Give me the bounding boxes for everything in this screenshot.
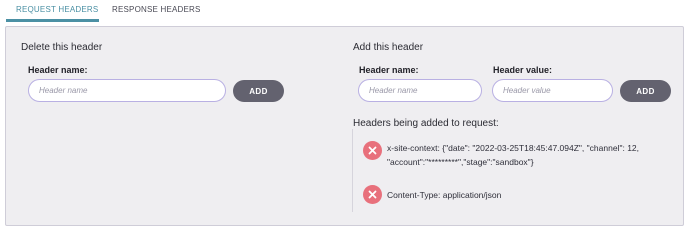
delete-section-title: Delete this header <box>21 42 103 53</box>
remove-header-button[interactable] <box>363 141 382 160</box>
add-header-name-input[interactable] <box>358 79 482 102</box>
delete-header-name-input[interactable] <box>28 79 226 102</box>
pending-header-text: x-site-context: {"date": "2022-03-25T18:… <box>387 143 640 167</box>
delete-header-name-label: Header name: <box>28 65 88 75</box>
delete-add-button[interactable]: ADD <box>233 80 284 102</box>
pending-headers-title: Headers being added to request: <box>353 118 499 129</box>
add-header-button[interactable]: ADD <box>620 80 671 102</box>
active-tab-indicator <box>6 19 99 22</box>
tab-response-headers[interactable]: RESPONSE HEADERS <box>112 5 201 14</box>
close-icon <box>368 146 377 155</box>
close-icon <box>368 190 377 199</box>
tab-request-headers[interactable]: REQUEST HEADERS <box>16 5 98 14</box>
pending-header-text: Content-Type: application/json <box>387 190 502 200</box>
pending-headers-list: x-site-context: {"date": "2022-03-25T18:… <box>352 129 673 212</box>
add-header-value-input[interactable] <box>492 79 613 102</box>
add-header-name-label: Header name: <box>359 65 419 75</box>
tab-bar: REQUEST HEADERS RESPONSE HEADERS <box>0 0 690 26</box>
add-section-title: Add this header <box>353 42 424 53</box>
remove-header-button[interactable] <box>363 185 382 204</box>
list-item: Content-Type: application/json <box>363 185 673 205</box>
list-item: x-site-context: {"date": "2022-03-25T18:… <box>363 139 673 173</box>
add-header-value-label: Header value: <box>493 65 553 75</box>
